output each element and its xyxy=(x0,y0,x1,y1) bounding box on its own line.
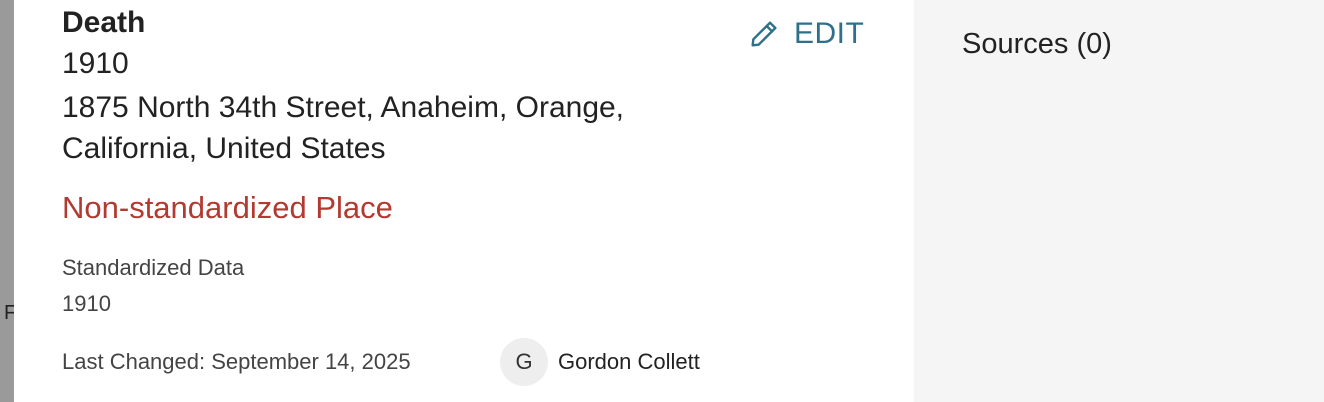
contributor-name[interactable]: Gordon Collett xyxy=(558,349,700,375)
event-place: 1875 North 34th Street, Anaheim, Orange,… xyxy=(62,91,625,165)
contributor[interactable]: G Gordon Collett xyxy=(500,338,700,386)
edit-label: EDIT xyxy=(794,17,865,50)
non-standardized-place-warning: Non-standardized Place xyxy=(62,190,393,225)
event-title: Death xyxy=(62,6,146,39)
standardized-data-value: 1910 xyxy=(62,291,111,316)
event-detail-card: Death 1910 1875 North 34th Street, Anahe… xyxy=(14,0,914,402)
sources-heading[interactable]: Sources (0) xyxy=(962,26,1112,62)
standardized-data-label: Standardized Data xyxy=(62,255,245,280)
pencil-icon xyxy=(751,21,777,47)
last-changed-text: Last Changed: September 14, 2025 xyxy=(62,349,411,374)
page-root: F Death 1910 1875 North 34th Street, Ana… xyxy=(0,0,1324,402)
modal-backdrop[interactable]: F xyxy=(0,0,16,402)
event-date: 1910 xyxy=(62,47,129,80)
edit-button[interactable]: EDIT xyxy=(748,16,864,52)
avatar[interactable]: G xyxy=(500,338,548,386)
sources-panel: Sources (0) xyxy=(914,0,1324,402)
